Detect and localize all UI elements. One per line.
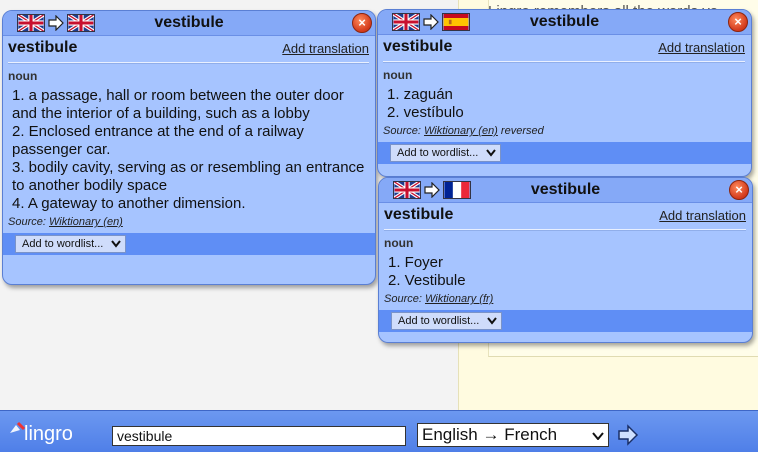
add-to-wordlist-dropdown[interactable]: Add to wordlist...: [391, 312, 503, 330]
headword: vestibule: [384, 206, 454, 223]
definition-item: 2. vestíbulo: [387, 104, 464, 121]
add-translation-link[interactable]: Add translation: [658, 40, 745, 55]
divider: [384, 229, 746, 231]
chevron-down-icon: [111, 240, 122, 248]
divider: [383, 61, 745, 63]
language-pair-select[interactable]: English → French: [417, 423, 609, 447]
close-icon[interactable]: ×: [352, 13, 372, 33]
popup-title: vestibule: [530, 181, 601, 198]
part-of-speech: noun: [384, 236, 414, 250]
add-translation-link[interactable]: Add translation: [659, 208, 746, 223]
definition-item: 3. bodily cavity, serving as or resembli…: [12, 159, 365, 194]
popup-titlebar[interactable]: vestibule ×: [379, 178, 752, 203]
lingro-toolbar: lingro English → French: [0, 410, 758, 452]
close-icon[interactable]: ×: [729, 180, 749, 200]
chevron-down-icon: [486, 149, 497, 157]
add-to-wordlist-dropdown[interactable]: Add to wordlist...: [390, 144, 502, 162]
definition-item: 2. Vestibule: [388, 272, 466, 289]
definition-list: 1. Foyer 2. Vestibule: [388, 254, 744, 290]
source-link[interactable]: Wiktionary (fr): [425, 293, 493, 305]
headword: vestibule: [383, 38, 453, 55]
definition-item: 4. A gateway to another dimension.: [12, 195, 246, 212]
popup-titlebar[interactable]: vestibule ×: [378, 10, 751, 35]
part-of-speech: noun: [8, 69, 38, 83]
source-line: Source: Wiktionary (fr): [384, 293, 494, 305]
go-arrow-icon[interactable]: [617, 424, 639, 446]
source-link[interactable]: Wiktionary (en): [424, 125, 498, 137]
close-icon[interactable]: ×: [728, 12, 748, 32]
wordlist-bar: Add to wordlist...: [3, 233, 375, 255]
logo-text: lingro: [24, 423, 73, 445]
source-line: Source: Wiktionary (en): [8, 216, 123, 228]
wordlist-bar: Add to wordlist...: [378, 142, 751, 164]
wordlist-bar: Add to wordlist...: [379, 310, 752, 332]
definition-popup-en-es: vestibule × vestibule Add translation no…: [377, 9, 752, 177]
definition-item: 2. Enclosed entrance at the end of a rai…: [12, 123, 304, 158]
popup-title: vestibule: [154, 14, 224, 31]
source-link[interactable]: Wiktionary (en): [49, 216, 123, 228]
add-to-wordlist-dropdown[interactable]: Add to wordlist...: [15, 235, 127, 253]
popup-titlebar[interactable]: vestibule ×: [3, 11, 375, 36]
headword: vestibule: [8, 39, 78, 56]
chevron-down-icon: [592, 432, 604, 440]
definition-popup-en-fr: vestibule × vestibule Add translation no…: [378, 177, 753, 343]
source-line: Source: Wiktionary (en) reversed: [383, 125, 544, 137]
part-of-speech: noun: [383, 68, 413, 82]
definition-item: 1. zaguán: [387, 86, 453, 103]
definition-list: 1. a passage, hall or room between the o…: [12, 87, 367, 213]
add-translation-link[interactable]: Add translation: [282, 41, 369, 56]
definition-item: 1. a passage, hall or room between the o…: [12, 87, 344, 122]
search-input[interactable]: [112, 426, 406, 446]
definition-list: 1. zaguán 2. vestíbulo: [387, 86, 743, 122]
lingro-logo[interactable]: lingro: [6, 419, 106, 445]
divider: [8, 62, 369, 64]
definition-popup-en-en: vestibule × vestibule Add translation no…: [2, 10, 376, 285]
popup-title: vestibule: [529, 13, 600, 30]
definition-item: 1. Foyer: [388, 254, 444, 271]
chevron-down-icon: [487, 317, 498, 325]
